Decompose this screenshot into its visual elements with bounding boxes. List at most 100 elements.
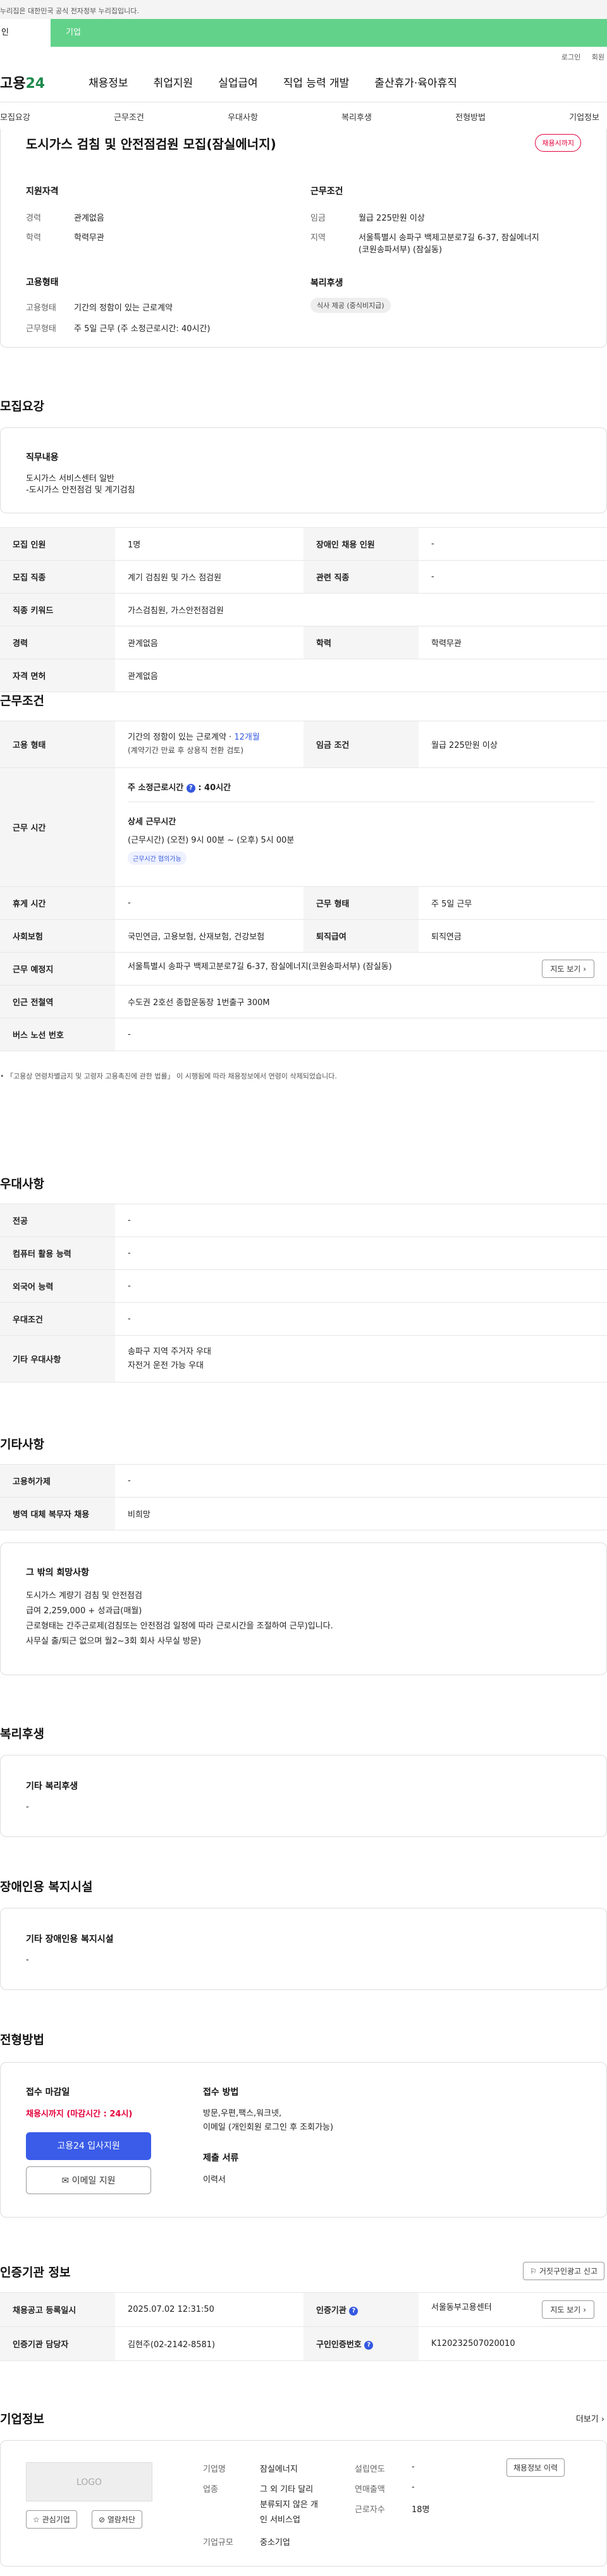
hours-weekly: 주 소정근로시간 [128, 783, 184, 793]
age-note-text: 「고용상 연령차별금지 및 고령자 고용촉진에 관한 법률」 이 시행됨에 따라… [6, 1072, 337, 1080]
login-link[interactable]: 로그인 [561, 53, 580, 61]
tab-welfare[interactable]: 복리후생 [341, 111, 372, 123]
help-icon[interactable]: ? [186, 783, 195, 793]
email-apply-label: 이메일 지원 [71, 2176, 116, 2186]
extra-line-4: 사무실 출/퇴근 없으며 월2~3회 회사 사무실 방문) [26, 1637, 201, 1646]
table-row: 직종 키워드 가스검침원, 가스안전점검원 [0, 593, 607, 626]
work-table: 고용 형태 기간의 정함이 있는 근로계약 · 12개월 (계약기간 만료 후 … [0, 721, 607, 1051]
tab-preferences[interactable]: 우대사항 [228, 111, 258, 123]
gov-banner: 누리집은 대한민국 공식 전자정부 누리집입니다. [0, 0, 607, 19]
emp-label: 고용 형태 [0, 721, 115, 768]
tab-business[interactable]: 기업 [51, 19, 607, 47]
recruit-table: 모집 인원 1명 장애인 채용 인원 - 모집 직종 계기 검침원 및 가스 점… [0, 527, 607, 692]
tab-recruit[interactable]: 모집요강 [0, 111, 30, 123]
lang-value: - [115, 1269, 607, 1303]
report-button[interactable]: ⚐ 거짓구인광고 신고 [523, 2262, 604, 2280]
gnb-employment-support[interactable]: 취업지원 [154, 74, 193, 90]
headcount-label: 모집 인원 [0, 527, 115, 561]
org-map-button[interactable]: 지도 보기 › [542, 2300, 594, 2319]
place-value: 서울특별시 송파구 백제고분로7길 6-37, 잠실에너지(코원송파서부) (잠… [115, 952, 607, 986]
table-row: 사회보험 국민연금, 고용보험, 산재보험, 건강보험 퇴직급여 퇴직연금 [0, 919, 607, 953]
docs-value: 이력서 [203, 2175, 226, 2185]
apply-button[interactable]: 고용24 입사지원 [26, 2132, 151, 2160]
wage-cond-value: 월급 225만원 이상 [419, 721, 607, 768]
favorite-button[interactable]: ☆ 관심기업 [26, 2510, 77, 2529]
table-row: 채용공고 등록일시 2025.07.02 12:31:50 인증기관 ? 서울동… [0, 2292, 607, 2327]
welfare-chip: 식사 제공 (중식비지급) [310, 298, 391, 313]
qualification-heading: 지원자격 [26, 186, 59, 197]
insurance-value: 국민연금, 고용보험, 산재보험, 건강보험 [115, 919, 304, 953]
join-link[interactable]: 회원 [592, 53, 604, 61]
insurance-label: 사회보험 [0, 919, 115, 953]
pref-section-title: 우대사항 [0, 1177, 44, 1191]
map-button[interactable]: 지도 보기 › [542, 960, 594, 978]
tab-company[interactable]: 기업정보 [569, 111, 599, 123]
employees-label: 근로자수 [355, 2505, 385, 2515]
help-icon[interactable]: ? [349, 2306, 359, 2316]
job-label: 모집 직종 [0, 560, 115, 594]
block-icon: ⊘ [99, 2515, 106, 2524]
keyword-value: 가스검침원, 가스안전점검원 [115, 593, 607, 626]
lang-label: 외국어 능력 [0, 1269, 115, 1303]
gnb-unemployment-benefit[interactable]: 실업급여 [218, 74, 258, 90]
table-row: 모집 인원 1명 장애인 채용 인원 - [0, 527, 607, 561]
help-icon[interactable]: ? [364, 2340, 374, 2350]
staff-value: 김현주(02-2142-8581) [115, 2326, 304, 2361]
gnb-job-info[interactable]: 채용정보 [89, 74, 128, 90]
cert-table: 채용공고 등록일시 2025.07.02 12:31:50 인증기관 ? 서울동… [0, 2292, 607, 2361]
edu-row-value: 학력무관 [419, 626, 607, 659]
emp-value: 기간의 정함이 있는 근로계약 · 12개월 (계약기간 만료 후 상용직 전환… [115, 721, 304, 768]
shift-value: 주 5일 근무 [419, 886, 607, 920]
computer-label: 컴퓨터 활용 능력 [0, 1236, 115, 1270]
edu-row-label: 학력 [304, 626, 419, 659]
size-value: 중소기업 [260, 2538, 290, 2548]
table-row: 외국어 능력 - [0, 1269, 607, 1303]
table-row: 컴퓨터 활용 능력 - [0, 1236, 607, 1270]
history-button[interactable]: 채용정보 이력 [506, 2458, 565, 2477]
etc-pref-2: 자전거 운전 가능 우대 [128, 1360, 204, 1370]
military-label: 병역 대체 복무자 채용 [0, 1497, 115, 1530]
method-line-1: 방문,우편,팩스,워크넷, [203, 2109, 282, 2118]
process-card: 접수 마감일 채용시까지 (마감시간 : 24시) 고용24 입사지원 ✉ 이메… [0, 2062, 607, 2218]
tab-personal[interactable]: 인 [0, 19, 51, 47]
table-row: 휴게 시간 - 근무 형태 주 5일 근무 [0, 886, 607, 920]
disabled-value: - [419, 527, 607, 561]
favorite-label: 관심기업 [42, 2515, 70, 2524]
etc-pref-1: 송파구 지역 주거자 우대 [128, 1346, 211, 1357]
cond-value: - [115, 1302, 607, 1336]
method-heading: 접수 방법 [203, 2087, 239, 2097]
gnb-parental-leave[interactable]: 출산휴가·육아휴직 [374, 74, 457, 90]
chevron-right-icon: › [583, 2305, 586, 2314]
welfare-etc-value: - [26, 1802, 29, 1812]
email-apply-button[interactable]: ✉ 이메일 지원 [26, 2166, 151, 2194]
worktype-label: 근무형태 [26, 324, 56, 334]
global-nav: 고용24 채용정보 취업지원 실업급여 직업 능력 개발 출산휴가·육아휴직 [0, 62, 607, 102]
cert-section-title: 인증기관 정보 [0, 2266, 71, 2280]
cond-label: 우대조건 [0, 1302, 115, 1336]
tab-work-conditions[interactable]: 근무조건 [114, 111, 144, 123]
region-line-1: 서울특별시 송파구 백제고분로7길 6-37, 잠실에너지 [359, 233, 539, 243]
docs-heading: 제출 서류 [203, 2153, 239, 2163]
bus-value: - [115, 1018, 607, 1051]
gnb-skills-dev[interactable]: 직업 능력 개발 [283, 74, 350, 90]
chevron-right-icon: › [583, 965, 586, 974]
site-logo[interactable]: 고용24 [0, 72, 63, 92]
company-more-link[interactable]: 더보기 › [576, 2412, 604, 2424]
map-button-label: 지도 보기 [550, 965, 581, 974]
block-label: 열람차단 [107, 2515, 136, 2524]
keyword-label: 직종 키워드 [0, 593, 115, 626]
extra-card: 그 밖의 희망사항 도시가스 계량기 검침 및 안전점검 급여 2,259,00… [0, 1542, 607, 1675]
edu-value: 학력무관 [74, 233, 104, 243]
company-more-label: 더보기 [575, 2415, 599, 2424]
table-row: 버스 노선 번호 - [0, 1018, 607, 1051]
retire-label: 퇴직급여 [304, 919, 419, 953]
computer-value: - [115, 1236, 607, 1270]
conditions-heading: 근무조건 [310, 186, 343, 197]
region-label: 지역 [310, 233, 326, 243]
hours-detail-heading: 상세 근무시간 [128, 817, 176, 827]
headcount-value: 1명 [115, 527, 304, 561]
tab-process[interactable]: 전형방법 [455, 111, 486, 123]
block-button[interactable]: ⊘ 열람차단 [92, 2510, 143, 2529]
table-row: 근무 시간 주 소정근로시간 ? : 40시간 상세 근무시간 (근무시간) (… [0, 767, 607, 887]
hours-label: 근무 시간 [0, 767, 115, 887]
